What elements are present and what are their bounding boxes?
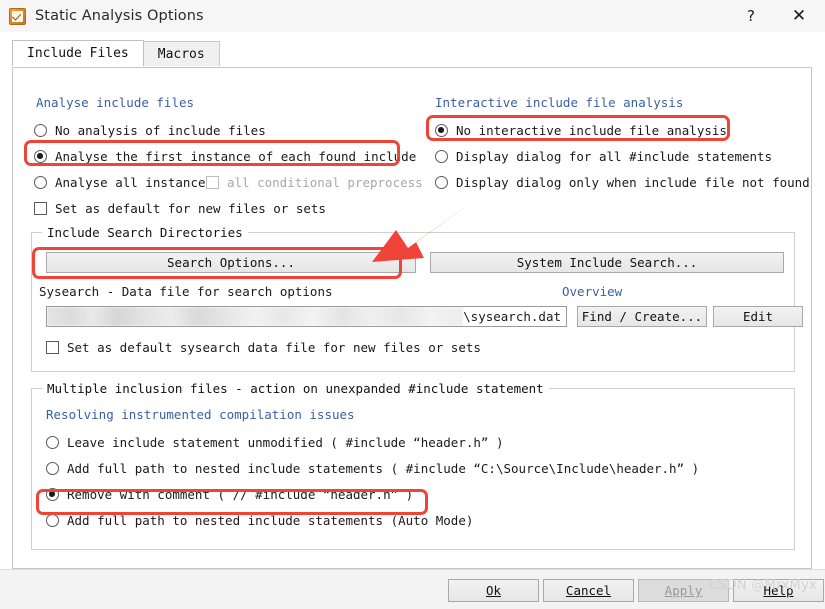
checkbox-all-conditional-preprocess-indicator[interactable] [206, 176, 219, 189]
include-search-directories-group: Include Search Directories Search Option… [31, 225, 803, 372]
sysearch-data-file-label: Sysearch - Data file for search options [39, 284, 333, 299]
interactive-include-legend: Interactive include file analysis [435, 95, 684, 110]
checkbox-set-as-default-new-files-label: Set as default for new files or sets [55, 201, 326, 216]
radio-no-analysis[interactable]: No analysis of include files [34, 120, 266, 141]
checkbox-set-as-default-sysearch[interactable]: Set as default sysearch data file for ne… [46, 337, 481, 358]
radio-add-full-path[interactable]: Add full path to nested include statemen… [46, 458, 699, 479]
sysearch-path-input[interactable]: \sysearch.dat [46, 306, 567, 327]
edit-button[interactable]: Edit [713, 306, 803, 327]
checkbox-all-conditional-preprocess[interactable]: all conditional preprocess [206, 172, 423, 193]
multiple-inclusion-sublegend: Resolving instrumented compilation issue… [46, 407, 355, 422]
multiple-inclusion-group: Multiple inclusion files - action on une… [31, 381, 795, 550]
apply-button-label: Apply [664, 583, 703, 598]
window-title: Static Analysis Options [35, 8, 204, 24]
checkbox-all-conditional-preprocess-label: all conditional preprocess [227, 175, 423, 190]
radio-no-interactive-analysis[interactable]: No interactive include file analysis [435, 120, 727, 141]
overview-link[interactable]: Overview [562, 284, 622, 299]
radio-remove-with-comment[interactable]: Remove with comment ( // #include “heade… [46, 484, 413, 505]
app-icon [9, 7, 26, 25]
radio-no-interactive-analysis-indicator[interactable] [435, 124, 448, 137]
radio-no-analysis-indicator[interactable] [34, 124, 47, 137]
ok-button-label: Ok [485, 583, 502, 598]
checkbox-set-as-default-sysearch-indicator[interactable] [46, 341, 59, 354]
radio-analyse-all-instances[interactable]: Analyse all instances [34, 172, 213, 193]
search-options-button[interactable]: Search Options... [46, 252, 416, 273]
radio-display-dialog-all-indicator[interactable] [435, 150, 448, 163]
radio-analyse-all-instances-indicator[interactable] [34, 176, 47, 189]
system-include-search-button[interactable]: System Include Search... [430, 252, 784, 273]
sysearch-path-redacted [47, 307, 464, 326]
close-icon[interactable]: ✕ [773, 0, 825, 32]
analyse-include-files-legend: Analyse include files [36, 95, 195, 110]
radio-remove-with-comment-indicator[interactable] [46, 488, 59, 501]
dialog-footer: Ok Cancel Apply Help CSDN @MrxMyx [0, 569, 825, 609]
radio-display-dialog-all-label: Display dialog for all #include statemen… [456, 149, 773, 164]
title-bar-buttons: ? ✕ [729, 0, 825, 32]
radio-add-full-path-indicator[interactable] [46, 462, 59, 475]
radio-no-analysis-label: No analysis of include files [55, 123, 266, 138]
radio-analyse-all-instances-label: Analyse all instances [55, 175, 214, 190]
radio-no-interactive-analysis-label: No interactive include file analysis [456, 123, 727, 138]
checkbox-set-as-default-sysearch-label: Set as default sysearch data file for ne… [67, 340, 481, 355]
radio-display-dialog-not-found-label: Display dialog only when include file no… [456, 175, 810, 190]
radio-display-dialog-not-found[interactable]: Display dialog only when include file no… [435, 172, 810, 193]
radio-leave-unmodified-indicator[interactable] [46, 436, 59, 449]
radio-add-full-path-auto-indicator[interactable] [46, 514, 59, 527]
radio-display-dialog-all[interactable]: Display dialog for all #include statemen… [435, 146, 772, 167]
checkbox-set-as-default-new-files[interactable]: Set as default for new files or sets [34, 198, 326, 219]
title-bar: Static Analysis Options ? ✕ [0, 0, 825, 32]
cancel-button[interactable]: Cancel [543, 579, 634, 602]
radio-leave-unmodified[interactable]: Leave include statement unmodified ( #in… [46, 432, 504, 453]
radio-leave-unmodified-label: Leave include statement unmodified ( #in… [67, 435, 504, 450]
radio-analyse-first-instance-indicator[interactable] [34, 150, 47, 163]
radio-add-full-path-label: Add full path to nested include statemen… [67, 461, 700, 476]
tab-strip: Include Files Macros [12, 40, 825, 66]
multiple-inclusion-legend: Multiple inclusion files - action on une… [42, 381, 549, 396]
csdn-watermark: CSDN @MrxMyx [708, 578, 817, 593]
find-create-button[interactable]: Find / Create... [577, 306, 707, 327]
sysearch-path-tail: \sysearch.dat [463, 309, 561, 324]
radio-display-dialog-not-found-indicator[interactable] [435, 176, 448, 189]
ok-button[interactable]: Ok [448, 579, 539, 602]
help-icon[interactable]: ? [729, 0, 773, 32]
include-search-directories-legend: Include Search Directories [42, 225, 248, 240]
radio-add-full-path-auto-label: Add full path to nested include statemen… [67, 513, 474, 528]
tab-macros[interactable]: Macros [142, 41, 220, 66]
radio-add-full-path-auto[interactable]: Add full path to nested include statemen… [46, 510, 473, 531]
checkbox-set-as-default-new-files-indicator[interactable] [34, 202, 47, 215]
cancel-button-label: Cancel [565, 583, 612, 598]
radio-analyse-first-instance[interactable]: Analyse the first instance of each found… [34, 146, 416, 167]
radio-analyse-first-instance-label: Analyse the first instance of each found… [55, 149, 417, 164]
include-files-panel: Analyse include files No analysis of inc… [12, 67, 812, 569]
tab-include-files[interactable]: Include Files [12, 40, 144, 66]
radio-remove-with-comment-label: Remove with comment ( // #include “heade… [67, 487, 414, 502]
